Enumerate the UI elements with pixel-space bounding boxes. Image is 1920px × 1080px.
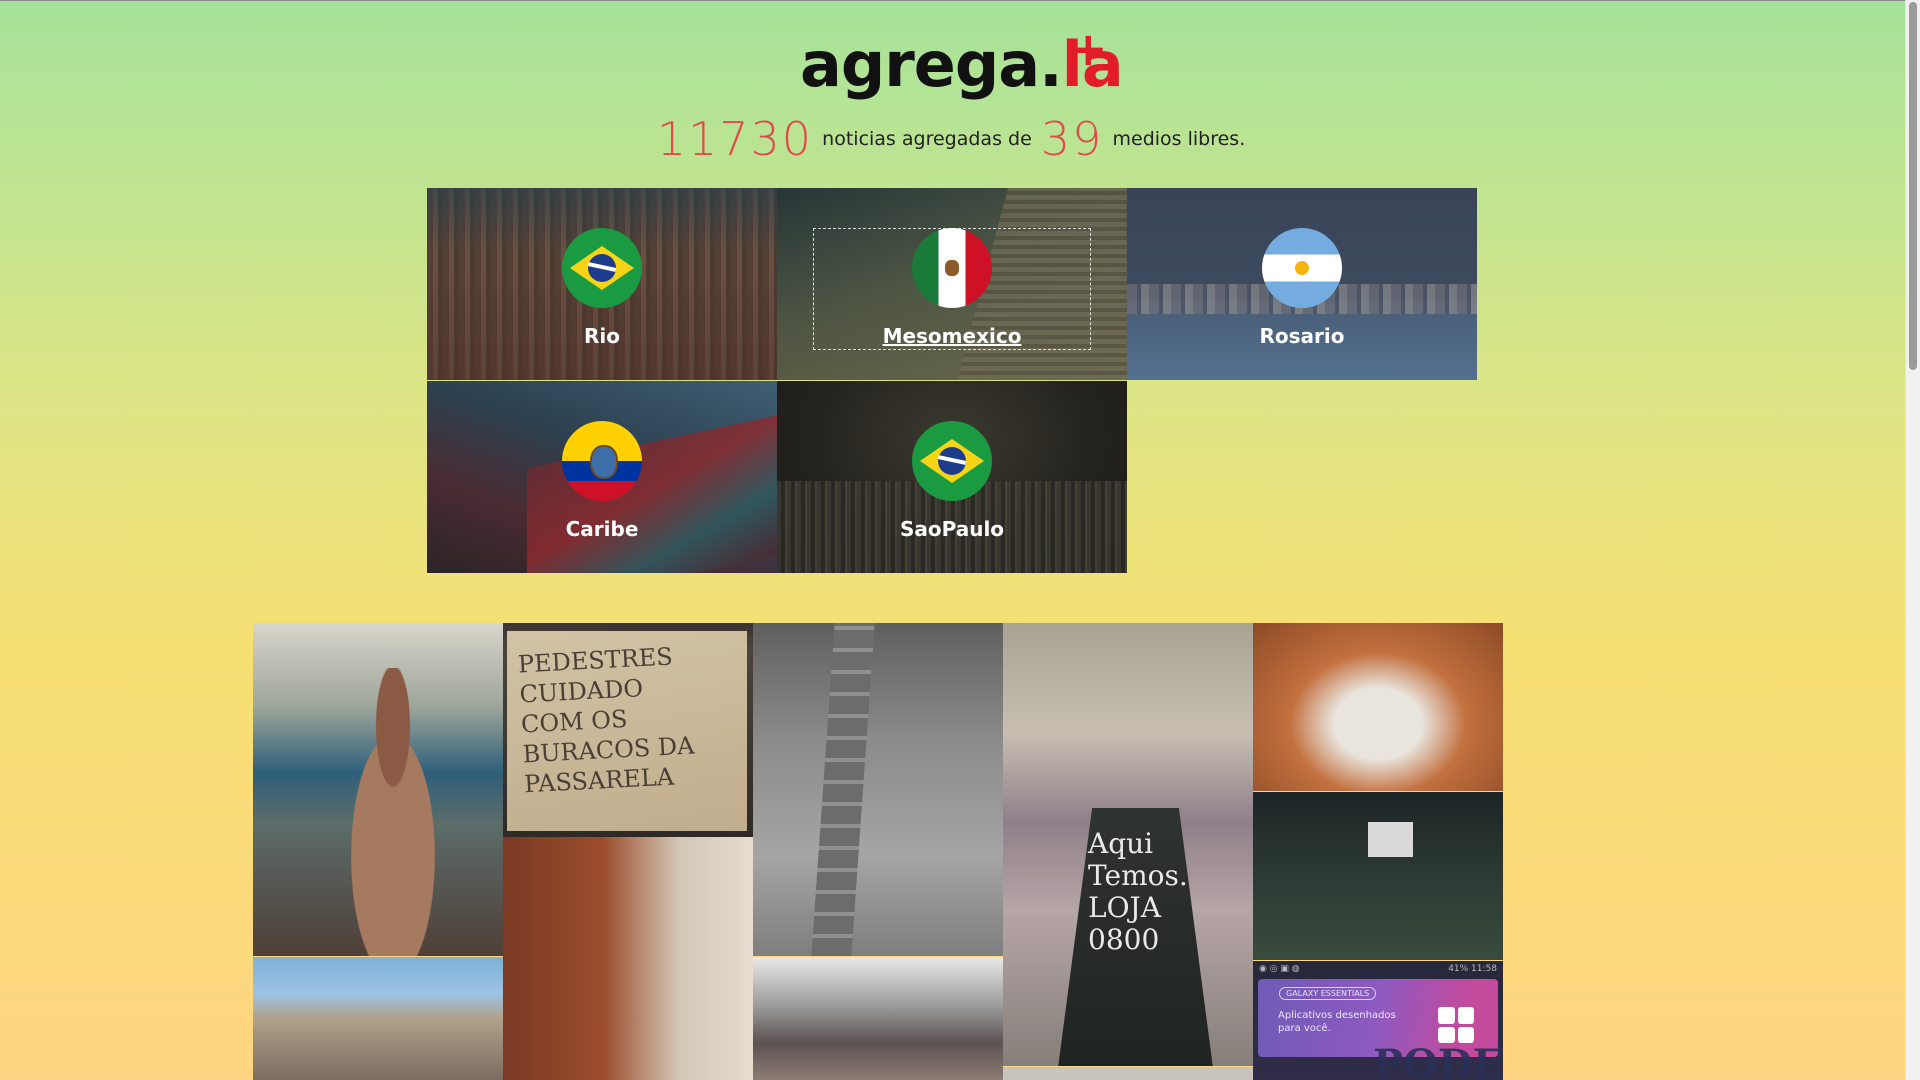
argentina-flag-icon <box>1262 228 1342 308</box>
news-photo-market[interactable]: Aqui Temos... LOJA 0800 <box>1003 623 1253 1066</box>
region-label[interactable]: Rio <box>427 324 777 348</box>
scrollbar-thumb[interactable] <box>1909 2 1917 370</box>
stats-line: 11730 noticias agregadas de 39 medios li… <box>0 112 1906 166</box>
stats-text-before: noticias agregadas de <box>822 128 1032 150</box>
phone-overlay-text: PODER <box>1373 1041 1503 1080</box>
media-count: 39 <box>1040 112 1104 166</box>
region-tile-saopaulo[interactable]: SaoPaulo <box>777 381 1127 573</box>
region-tile-rosario[interactable]: Rosario <box>1127 188 1477 380</box>
apps-grid-icon <box>1438 1007 1474 1043</box>
phone-desc: Aplicativos desenhados para você. <box>1278 1010 1396 1034</box>
news-photo-sign[interactable]: PEDESTRES CUIDADO COM OS BURACOS DA PASS… <box>503 623 753 837</box>
news-photo-workshop[interactable] <box>1253 623 1503 791</box>
region-label[interactable]: Rosario <box>1127 324 1477 348</box>
phone-status-bar: ◉ ◎ ▣ ◍ 41% 11:58 <box>1259 964 1497 974</box>
brazil-flag-icon <box>912 421 992 501</box>
sign-text: PEDESTRES CUIDADO COM OS BURACOS DA PASS… <box>517 642 696 799</box>
region-tile-rio[interactable]: Rio <box>427 188 777 380</box>
news-photo-door[interactable] <box>503 837 753 1080</box>
region-label[interactable]: SaoPaulo <box>777 517 1127 541</box>
news-photo-houses[interactable] <box>253 957 503 1080</box>
board-text: Aqui Temos... LOJA 0800 <box>1088 827 1206 956</box>
brazil-flag-icon <box>562 228 642 308</box>
region-label[interactable]: Mesomexico <box>777 324 1127 348</box>
news-photo-mosaic: PEDESTRES CUIDADO COM OS BURACOS DA PASS… <box>253 623 1503 1080</box>
news-photo-phone-screenshot[interactable]: ◉ ◎ ▣ ◍ 41% 11:58 GALAXY ESSENTIALS Apli… <box>1253 961 1503 1080</box>
news-photo-boy[interactable] <box>253 623 503 956</box>
window-top-border <box>0 0 1920 1</box>
news-photo-street[interactable] <box>753 623 1003 956</box>
site-logo[interactable]: agrega.la + <box>800 26 1124 110</box>
phone-pill: GALAXY ESSENTIALS <box>1279 987 1377 1000</box>
news-count: 11730 <box>656 112 814 166</box>
region-tile-mesomexico[interactable]: Mesomexico <box>777 188 1127 380</box>
logo-plus-icon: + <box>1069 22 1108 76</box>
ecuador-flag-icon <box>562 421 642 501</box>
mexico-flag-icon <box>912 228 992 308</box>
news-photo-partial[interactable] <box>1003 1067 1253 1080</box>
region-label[interactable]: Caribe <box>427 517 777 541</box>
page-scrollbar[interactable] <box>1905 0 1920 1080</box>
news-photo-meeting[interactable] <box>1253 792 1503 960</box>
region-tile-caribe[interactable]: Caribe <box>427 381 777 573</box>
region-grid: Rio Mesomexico Rosario Caribe SaoPaulo <box>427 188 1477 573</box>
stats-text-after: medios libres. <box>1112 128 1246 150</box>
news-photo-room[interactable] <box>753 957 1003 1080</box>
